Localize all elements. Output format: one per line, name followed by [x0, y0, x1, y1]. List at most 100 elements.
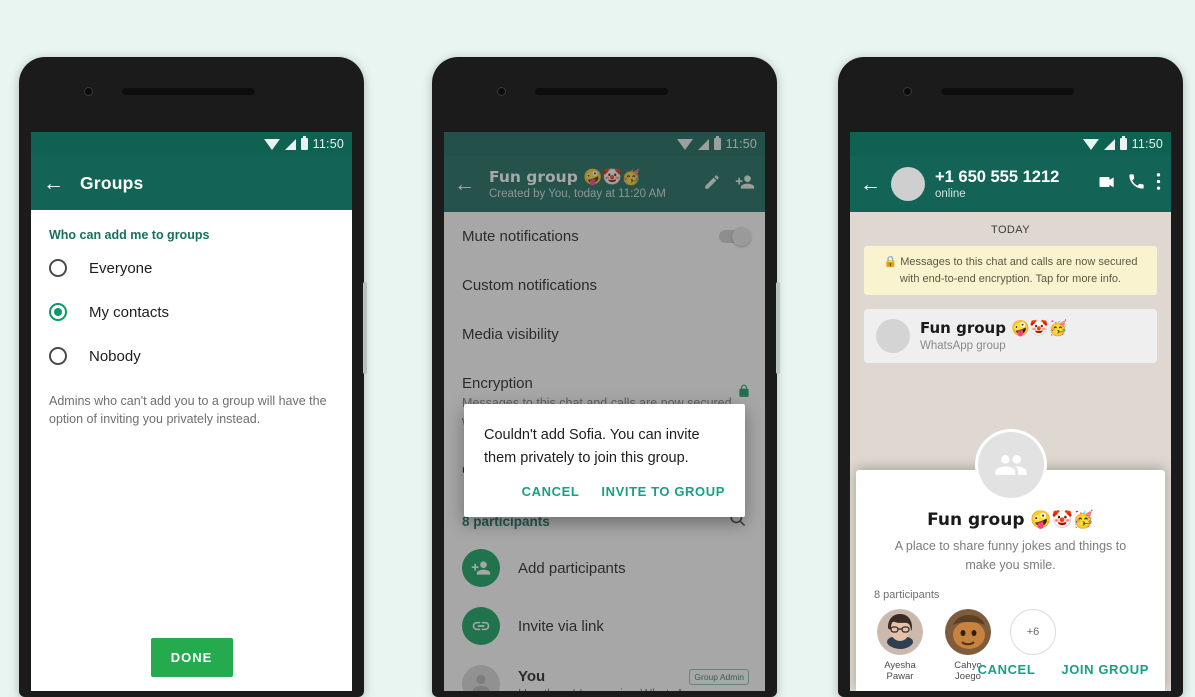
radio-indicator[interactable]	[49, 347, 67, 365]
status-time: 11:50	[312, 137, 344, 151]
encryption-notice-text: Messages to this chat and calls are now …	[899, 256, 1138, 285]
row-label: Media visibility	[462, 326, 559, 343]
action-invite-via-link[interactable]: Invite via link	[444, 597, 765, 655]
wifi-icon	[676, 138, 693, 150]
radio-label: My contacts	[89, 303, 170, 321]
signal-icon	[1103, 138, 1115, 150]
row-media-visibility[interactable]: Media visibility	[444, 310, 765, 359]
earpiece-speaker	[535, 88, 668, 95]
lock-icon: 🔒	[883, 256, 898, 268]
action-label: Invite via link	[518, 617, 604, 635]
phone3-appbar: ← +1 650 555 1212 online	[850, 156, 1171, 212]
row-custom-notifications[interactable]: Custom notifications	[444, 261, 765, 310]
page-title: Groups	[80, 172, 144, 193]
battery-icon	[300, 136, 308, 150]
group-header-texts: Fun group 🤪🤡🥳 Created by You, today at 1…	[489, 168, 689, 200]
participant-avatar-item[interactable]: Ayesha Pawar	[874, 608, 926, 684]
phone-device-1: 11:50 ← Groups Who can add me to groups …	[19, 57, 367, 697]
join-group-button[interactable]: JOIN GROUP	[1061, 662, 1149, 677]
lock-icon	[737, 383, 751, 404]
link-preview-subtitle: WhatsApp group	[920, 340, 1006, 352]
back-arrow-icon[interactable]: ←	[454, 174, 475, 195]
phone3-bezel	[838, 57, 1183, 132]
avatar	[877, 608, 923, 655]
group-avatar-icon	[876, 319, 910, 353]
front-camera-icon	[84, 87, 93, 96]
phone2-screen: 11:50 ← Fun group 🤪🤡🥳 Created by You, to…	[444, 132, 765, 691]
radio-indicator-selected[interactable]	[49, 303, 67, 321]
link-icon	[462, 607, 500, 645]
action-add-participants[interactable]: Add participants	[444, 539, 765, 597]
person-avatar-icon	[462, 665, 500, 691]
row-label: Custom notifications	[462, 277, 598, 294]
dialog-message: Couldn't add Sofia. You can invite them …	[484, 427, 700, 467]
phone1-appbar: ← Groups	[31, 156, 352, 210]
back-arrow-icon[interactable]: ←	[43, 173, 64, 194]
dialog-actions: CANCEL INVITE TO GROUP	[484, 470, 725, 509]
participant-name: Ayesha Pawar	[884, 659, 916, 683]
phone1-status-bar: 11:50	[31, 132, 352, 156]
radio-option-nobody[interactable]: Nobody	[31, 334, 352, 378]
back-arrow-icon[interactable]: ←	[860, 174, 881, 195]
participant-texts: You Hey there! I am using WhatsApp.	[518, 668, 701, 692]
sheet-actions: CANCEL JOIN GROUP	[978, 662, 1149, 677]
overflow-count: +6	[1010, 608, 1056, 655]
status-time: 11:50	[1131, 137, 1163, 151]
earpiece-speaker	[122, 88, 255, 95]
contact-presence: online	[935, 188, 966, 200]
radio-option-my-contacts[interactable]: My contacts	[31, 290, 352, 334]
pencil-icon[interactable]	[703, 173, 721, 196]
add-person-icon	[462, 549, 500, 587]
add-person-icon[interactable]	[735, 172, 755, 197]
mute-toggle[interactable]	[719, 227, 751, 246]
encryption-notice[interactable]: 🔒 Messages to this chat and calls are no…	[864, 246, 1157, 295]
link-preview-card[interactable]: Fun group 🤪🤡🥳 WhatsApp group	[864, 309, 1157, 363]
signal-icon	[284, 138, 296, 150]
battery-icon	[1119, 136, 1127, 150]
phone-call-icon[interactable]	[1127, 172, 1146, 196]
status-time: 11:50	[725, 137, 757, 151]
screenshot-stage: 11:50 ← Groups Who can add me to groups …	[0, 0, 1195, 697]
row-label: Encryption	[462, 375, 533, 392]
radio-label: Nobody	[89, 347, 141, 365]
row-mute-notifications[interactable]: Mute notifications	[444, 212, 765, 261]
done-button[interactable]: DONE	[150, 638, 233, 677]
link-preview-title: Fun group 🤪🤡🥳	[920, 319, 1068, 337]
row-label: Mute notifications	[462, 228, 579, 245]
participant-name: You	[518, 667, 546, 685]
sheet-participants-count: 8 participants	[874, 588, 940, 601]
sheet-group-description: A place to share funny jokes and things …	[894, 539, 1127, 572]
radio-indicator[interactable]	[49, 259, 67, 277]
day-divider: TODAY	[991, 224, 1030, 236]
cancel-button[interactable]: CANCEL	[978, 662, 1036, 677]
wifi-icon	[263, 138, 280, 150]
front-camera-icon	[497, 87, 506, 96]
phone3-status-bar: 11:50	[850, 132, 1171, 156]
group-created-subtitle: Created by You, today at 11:20 AM	[489, 188, 666, 200]
earpiece-speaker	[941, 88, 1074, 95]
phone1-screen: 11:50 ← Groups Who can add me to groups …	[31, 132, 352, 691]
invite-to-group-button[interactable]: INVITE TO GROUP	[601, 484, 725, 499]
group-title: Fun group 🤪🤡🥳	[489, 168, 642, 186]
action-label: Add participants	[518, 559, 626, 577]
phone-device-3: 11:50 ← +1 650 555 1212 online TODAY 🔒 M…	[838, 57, 1183, 697]
status-badge: Group Admin	[689, 669, 749, 685]
section-label: Who can add me to groups	[49, 228, 210, 242]
radio-label: Everyone	[89, 259, 153, 277]
participant-row-you[interactable]: You Hey there! I am using WhatsApp. Grou…	[444, 655, 765, 691]
wifi-icon	[1082, 138, 1099, 150]
battery-icon	[713, 136, 721, 150]
radio-option-everyone[interactable]: Everyone	[31, 246, 352, 290]
group-invite-sheet: Fun group 🤪🤡🥳 A place to share funny jok…	[856, 432, 1165, 691]
done-button-container: DONE	[31, 638, 352, 677]
group-avatar-icon	[977, 432, 1044, 498]
phone1-side-button[interactable]	[363, 282, 367, 374]
cancel-button[interactable]: CANCEL	[522, 484, 580, 499]
phone2-side-button[interactable]	[776, 282, 780, 374]
overflow-menu-icon[interactable]	[1156, 172, 1161, 196]
phone-device-2: 11:50 ← Fun group 🤪🤡🥳 Created by You, to…	[432, 57, 780, 697]
contact-header-texts: +1 650 555 1212 online	[935, 168, 1087, 200]
video-call-icon[interactable]	[1097, 172, 1117, 197]
contact-avatar-icon[interactable]	[891, 167, 925, 201]
front-camera-icon	[903, 87, 912, 96]
